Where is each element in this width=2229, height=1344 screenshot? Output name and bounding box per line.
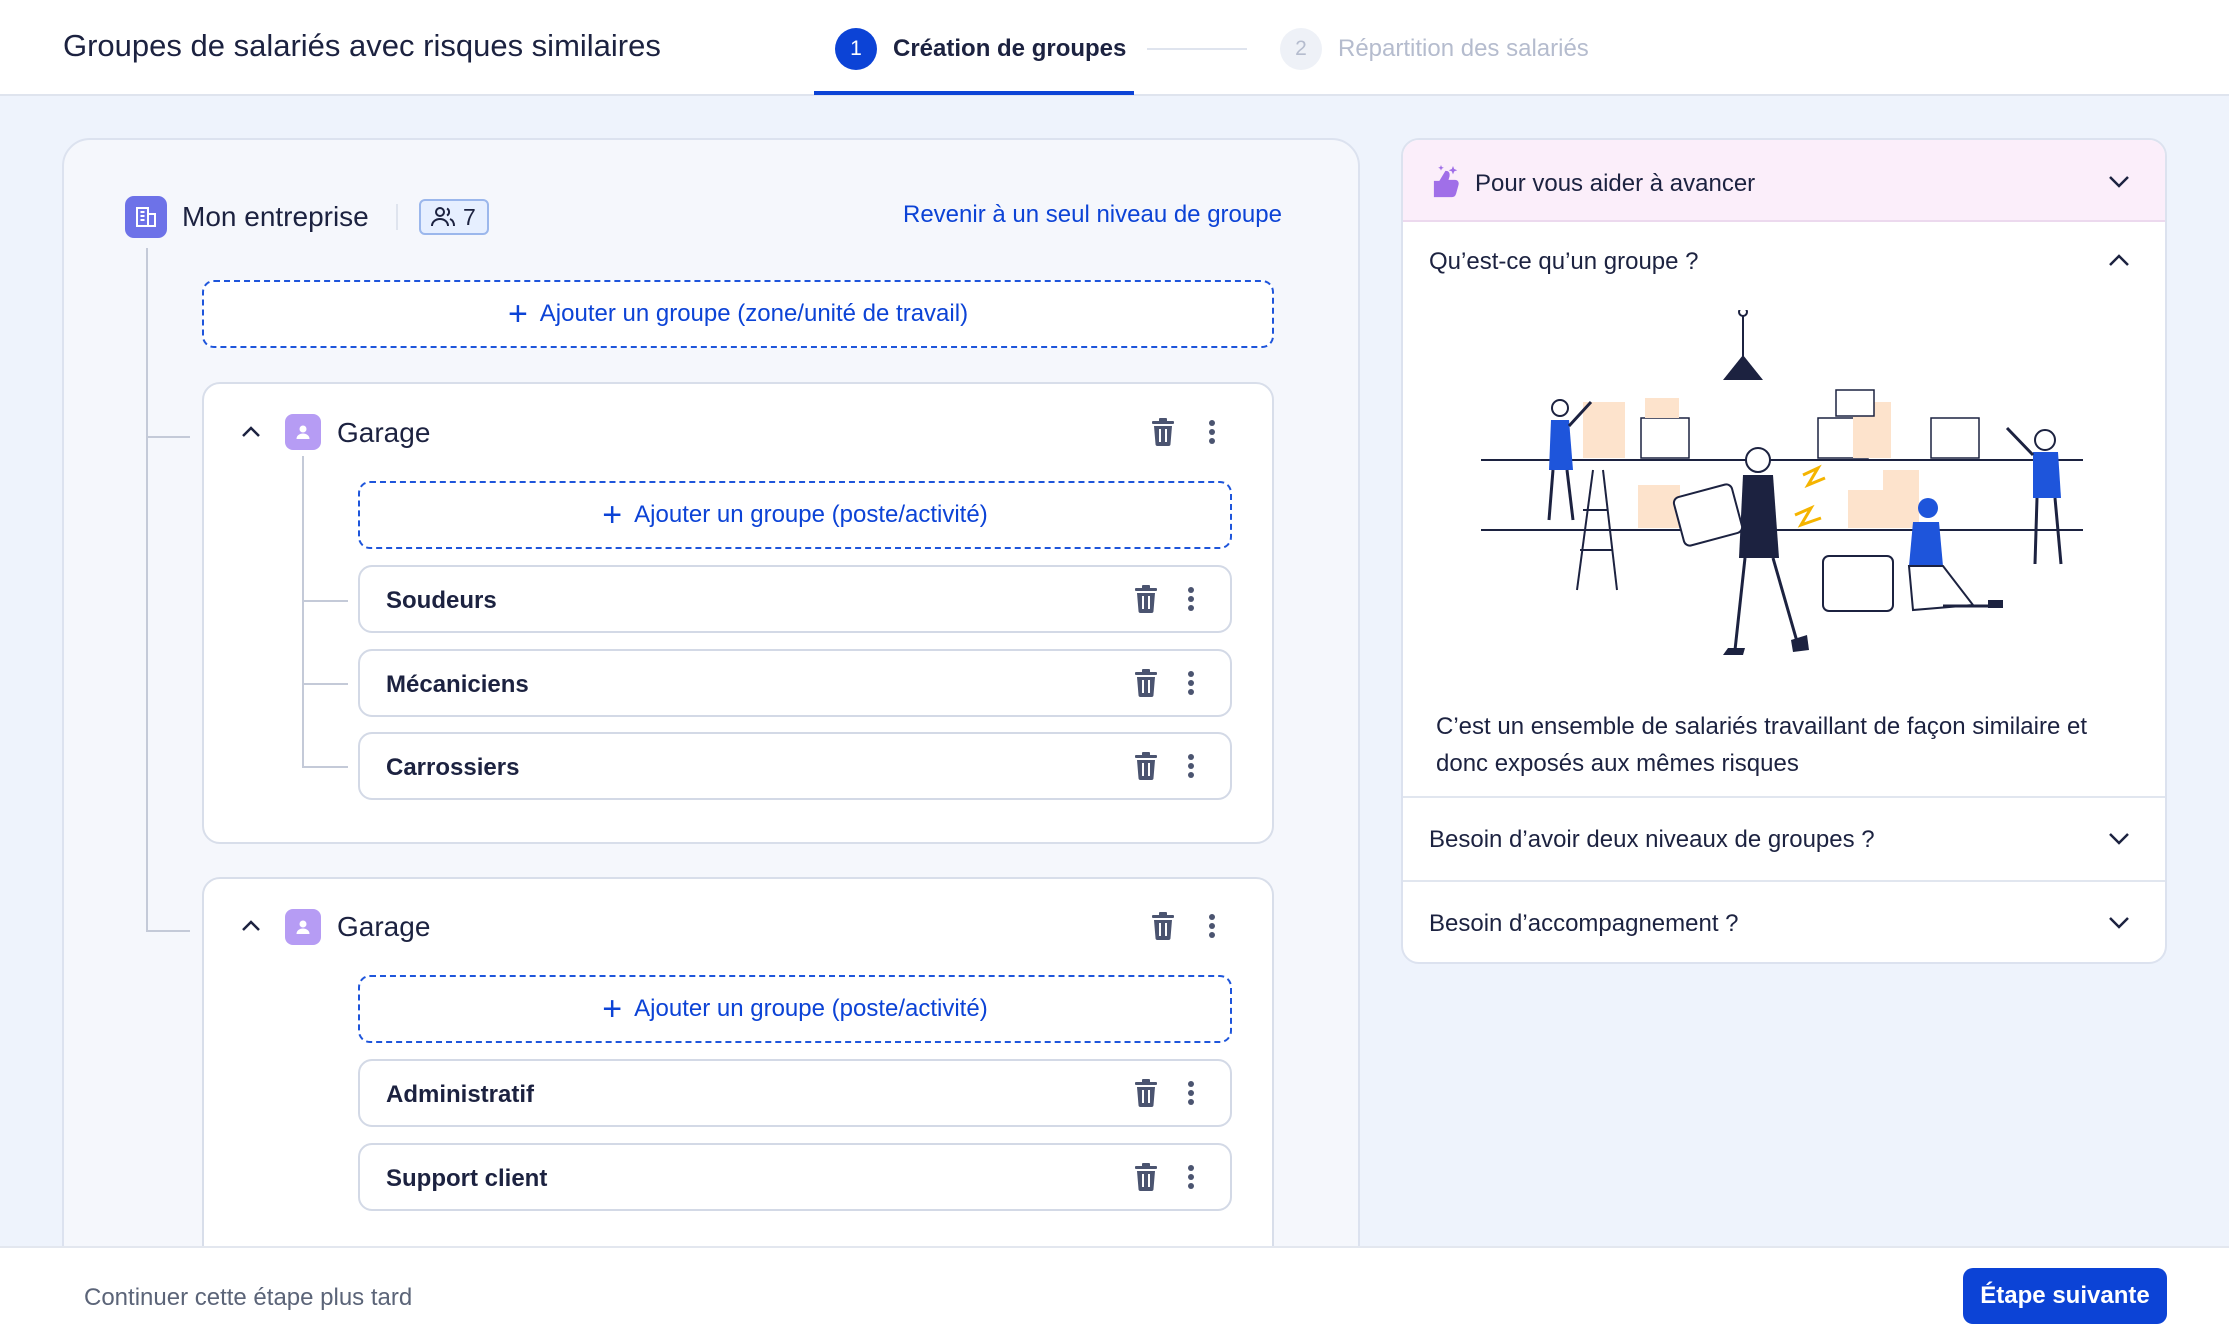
more-options-icon[interactable] — [1175, 1073, 1207, 1113]
chevron-down-icon[interactable] — [2103, 906, 2135, 938]
step-number-1: 1 — [835, 28, 877, 70]
divider — [1403, 796, 2165, 798]
add-subgroup-button[interactable]: + Ajouter un groupe (poste/activité) — [358, 481, 1232, 549]
employee-count: 7 — [463, 203, 476, 230]
trash-icon[interactable] — [1130, 1073, 1162, 1113]
add-group-button[interactable]: + Ajouter un groupe (zone/unité de trava… — [202, 280, 1274, 348]
trash-icon[interactable] — [1147, 412, 1179, 452]
warehouse-illustration — [1481, 310, 2083, 655]
revert-single-level-link[interactable]: Revenir à un seul niveau de groupe — [903, 201, 1282, 229]
building-icon — [125, 196, 167, 238]
subgroup-row[interactable]: Mécaniciens — [358, 649, 1232, 717]
divider — [396, 204, 398, 230]
chevron-up-icon[interactable] — [236, 911, 266, 941]
enterprise-name: Mon entreprise — [182, 201, 369, 232]
more-options-icon[interactable] — [1196, 906, 1228, 946]
subgroup-label: Mécaniciens — [386, 671, 529, 698]
tree-line — [146, 436, 190, 438]
tree-line — [302, 683, 348, 685]
person-icon — [285, 414, 321, 450]
subgroup-row[interactable]: Soudeurs — [358, 565, 1232, 633]
continue-later-link[interactable]: Continuer cette étape plus tard — [84, 1284, 412, 1312]
footer-bar: Continuer cette étape plus tard Étape su… — [0, 1246, 2229, 1344]
divider — [1403, 880, 2165, 882]
accordion-title-two-levels[interactable]: Besoin d’avoir deux niveaux de groupes ? — [1429, 826, 1875, 854]
step-label-1: Création de groupes — [893, 35, 1127, 62]
more-options-icon[interactable] — [1175, 1157, 1207, 1197]
tree-line — [302, 600, 348, 602]
stepper-step-1[interactable]: 1 Création de groupes — [835, 28, 1126, 70]
subgroup-label: Carrossiers — [386, 754, 520, 781]
step-number-2: 2 — [1280, 28, 1322, 70]
person-icon — [285, 909, 321, 945]
help-panel: Pour vous aider à avancer Qu’est-ce qu’u… — [1401, 138, 2167, 964]
trash-icon[interactable] — [1130, 1157, 1162, 1197]
chevron-up-icon[interactable] — [2103, 244, 2135, 276]
more-options-icon[interactable] — [1175, 579, 1207, 619]
more-options-icon[interactable] — [1175, 746, 1207, 786]
next-step-button[interactable]: Étape suivante — [1963, 1268, 2167, 1324]
chevron-down-icon[interactable] — [2103, 822, 2135, 854]
accordion-title-what-is-group[interactable]: Qu’est-ce qu’un groupe ? — [1429, 248, 1699, 276]
subgroup-row[interactable]: Support client — [358, 1143, 1232, 1211]
users-icon — [431, 207, 455, 227]
stepper-step-2[interactable]: 2 Répartition des salariés — [1280, 28, 1589, 70]
add-group-label: Ajouter un groupe (zone/unité de travail… — [539, 300, 969, 327]
plus-icon: + — [507, 295, 528, 333]
add-subgroup-button[interactable]: + Ajouter un groupe (poste/activité) — [358, 975, 1232, 1043]
accordion-text: C’est un ensemble de salariés travaillan… — [1436, 713, 2087, 777]
group-title: Garage — [337, 417, 431, 448]
trash-icon[interactable] — [1130, 746, 1162, 786]
tree-line — [302, 456, 304, 768]
subgroup-label: Administratif — [386, 1081, 535, 1108]
plus-icon: + — [602, 990, 623, 1028]
subgroup-row[interactable]: Administratif — [358, 1059, 1232, 1127]
help-header[interactable]: Pour vous aider à avancer — [1403, 140, 2165, 222]
page-title: Groupes de salariés avec risques similai… — [63, 28, 661, 63]
tree-line — [146, 930, 190, 932]
add-subgroup-label: Ajouter un groupe (poste/activité) — [634, 995, 988, 1022]
chevron-up-icon[interactable] — [236, 417, 266, 447]
trash-icon[interactable] — [1147, 906, 1179, 946]
active-step-indicator — [814, 91, 1134, 95]
help-title: Pour vous aider à avancer — [1475, 170, 1756, 197]
trash-icon[interactable] — [1130, 579, 1162, 619]
tree-line — [146, 248, 148, 932]
group-title: Garage — [337, 911, 431, 942]
sparkle-hand-icon — [1429, 164, 1461, 203]
top-bar: Groupes de salariés avec risques similai… — [0, 0, 2229, 96]
accordion-title-support[interactable]: Besoin d’accompagnement ? — [1429, 910, 1739, 938]
trash-icon[interactable] — [1130, 663, 1162, 703]
step-label-2: Répartition des salariés — [1338, 35, 1589, 62]
stepper-connector — [1147, 48, 1247, 50]
add-subgroup-label: Ajouter un groupe (poste/activité) — [634, 501, 988, 528]
more-options-icon[interactable] — [1175, 663, 1207, 703]
tree-line — [302, 766, 348, 768]
subgroup-label: Soudeurs — [386, 587, 497, 614]
more-options-icon[interactable] — [1196, 412, 1228, 452]
plus-icon: + — [602, 496, 623, 534]
subgroup-row[interactable]: Carrossiers — [358, 732, 1232, 800]
chevron-down-icon[interactable] — [2103, 165, 2135, 197]
employee-count-badge: 7 — [419, 199, 489, 235]
subgroup-label: Support client — [386, 1165, 548, 1192]
